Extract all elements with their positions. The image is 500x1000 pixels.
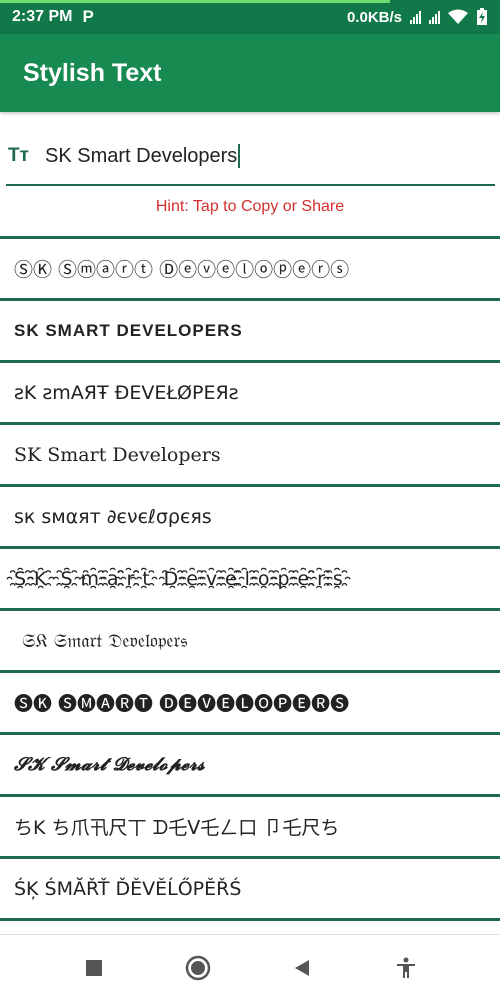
app-bar: Stylish Text	[0, 34, 500, 112]
styled-text-item[interactable]: ⓈⓀ Ⓢⓜⓐⓡⓣ Ⓓⓔⓥⓔⓛⓞⓟⓔⓡⓢ	[0, 239, 500, 298]
input-value[interactable]: SK Smart Developers	[45, 145, 237, 168]
styled-text-item[interactable]: SK Smart Developers	[0, 425, 500, 484]
app-title: Stylish Text	[23, 58, 162, 87]
download-progress-bar	[0, 0, 390, 3]
styled-text-item[interactable]: 🅢🅚 🅢🅜🅐🅡🅣 🅓🅔🅥🅔🅛🅞🅟🅔🅡🅢	[0, 673, 500, 732]
battery-charging-icon	[476, 8, 488, 26]
signal-icon	[410, 10, 421, 24]
status-bar: 2:37 PM P 0.0KB/s	[0, 0, 500, 34]
back-button[interactable]	[250, 959, 354, 977]
styled-text-item[interactable]: ѕк ѕмαят ∂єνєℓσρєяѕ	[0, 487, 500, 546]
signal-icon-2	[429, 10, 440, 24]
wifi-icon	[448, 9, 468, 25]
styled-text-item[interactable]: 𝓢𝓚 𝓢𝓶𝓪𝓻𝓽 𝓓𝓮𝓿𝓮𝓵𝓸𝓹𝓮𝓻𝓼	[0, 735, 500, 794]
navigation-bar	[0, 934, 500, 1000]
styled-text-list: ⓈⓀ Ⓢⓜⓐⓡⓣ Ⓓⓔⓥⓔⓛⓞⓟⓔⓡⓢ SK SMART DEVELOPERS ƨK…	[0, 236, 500, 921]
status-time: 2:37 PM	[12, 8, 73, 25]
text-cursor	[238, 144, 241, 168]
styled-text-item[interactable]: SK SMART DEVELOPERS	[0, 301, 500, 360]
styled-text-item[interactable]: 𝔖𝔎 𝔖𝔪𝔞𝔯𝔱 𝔇𝔢𝔳𝔢𝔩𝔬𝔭𝔢𝔯𝔰	[0, 611, 500, 670]
text-input-field[interactable]: Tт SK Smart Developers	[6, 128, 495, 186]
home-button[interactable]	[146, 955, 250, 981]
net-speed: 0.0KB/s	[346, 8, 402, 26]
styled-text-item[interactable]: S҈K҈ S҈m҈a҈r҈t҈ D҈e҈v҈e҈l҈o҈p҈e҈r҈s҈	[0, 549, 500, 608]
styled-text-item[interactable]: ŚĶ ŚMĂŘŤ ĎĚVĚĹŐPĚŘŚ	[0, 859, 500, 918]
styled-text-item[interactable]: ƨK ƨmAЯŦ ĐEVEŁØPEЯƨ	[0, 363, 500, 422]
hint-text: Hint: Tap to Copy or Share	[155, 198, 345, 215]
divider	[0, 918, 500, 921]
recents-button[interactable]	[42, 959, 146, 976]
styled-text-item[interactable]: ち𝖪 ち爪卂尺丅 ᗪ乇ᐯ乇ㄥ口 卩乇尺ち	[0, 797, 500, 856]
app-notification-icon: P	[82, 7, 94, 26]
text-size-icon: Tт	[8, 145, 29, 166]
accessibility-button[interactable]	[354, 957, 458, 979]
